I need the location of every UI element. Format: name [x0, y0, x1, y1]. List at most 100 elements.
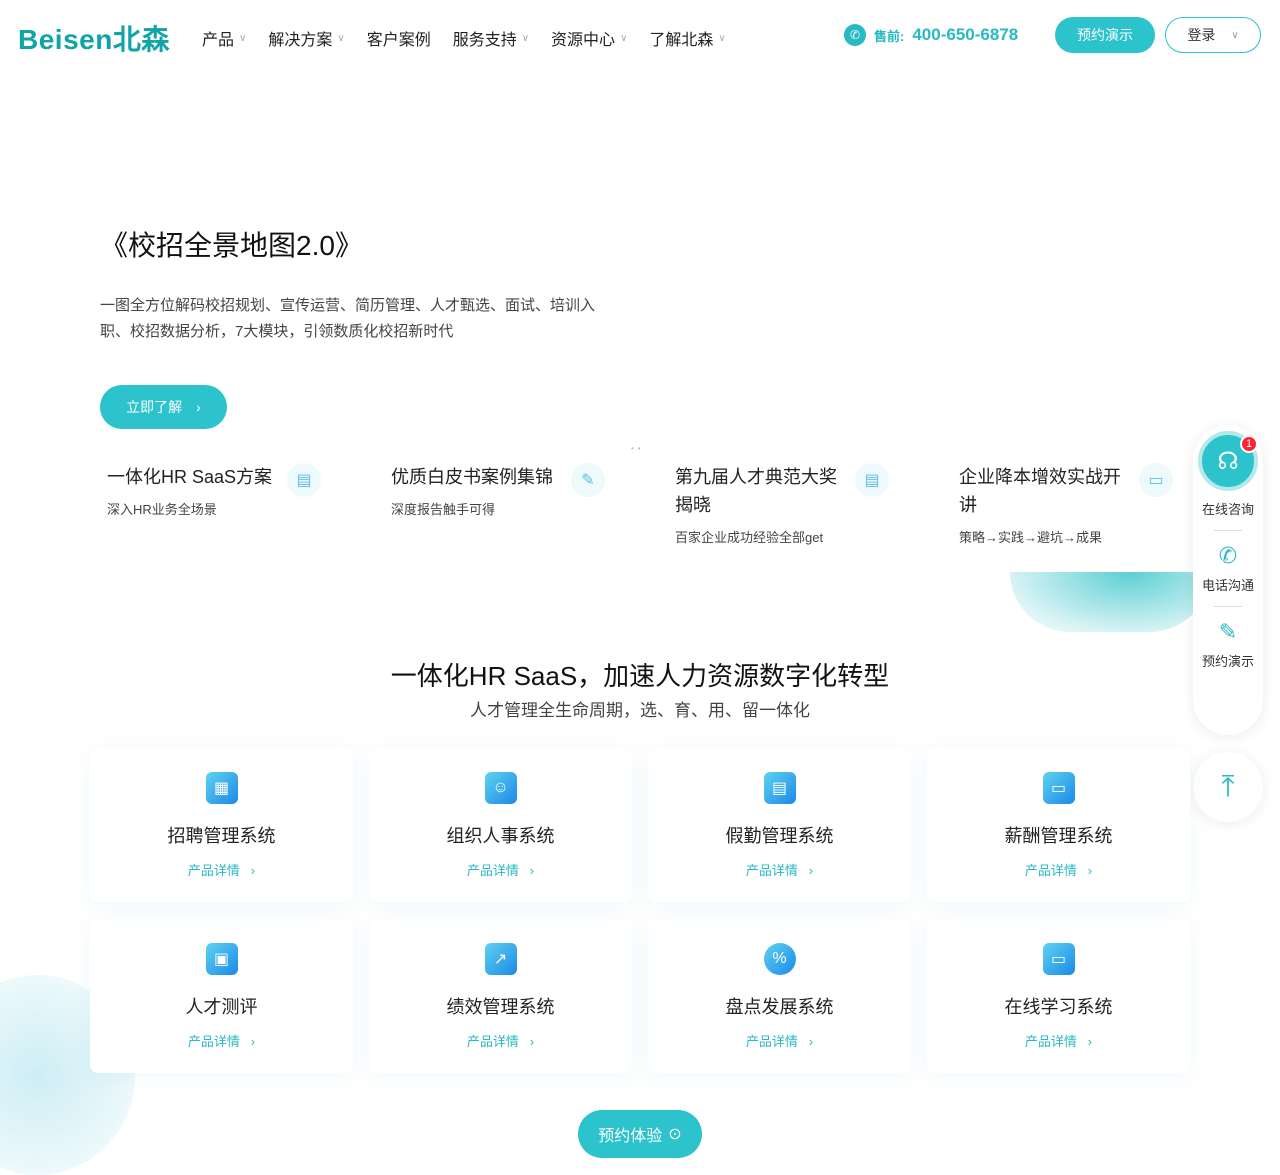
phone-label: 售前: — [874, 28, 905, 44]
nav-item-about[interactable]: 了解北森 ∨ — [649, 26, 725, 50]
product-card[interactable]: ▣ 人才测评产品详情 › — [90, 919, 353, 1073]
nav-item-cases[interactable]: 客户案例 — [367, 26, 431, 50]
product-name: 薪酬管理系统 — [1004, 826, 1113, 846]
monitor-icon: ▭ — [1042, 943, 1075, 975]
header: Beisen北森 产品 ∨ 解决方案 ∨ 客户案例 服务支持 ∨ 资源中心 ∨ 了解北森… — [0, 0, 1280, 72]
wallet-icon: ▭ — [1042, 772, 1075, 804]
nav-label: 解决方案 — [268, 32, 333, 49]
product-name: 人才测评 — [185, 997, 258, 1017]
chevron-down-icon: ∨ — [337, 32, 345, 44]
chevron-down-icon: ∨ — [1231, 29, 1239, 41]
feature-item[interactable]: 一体化HR SaaS方案深入HR业务全场景 ▤ — [107, 463, 347, 518]
sales-phone: ✆ 售前: 400-650-6878 — [844, 24, 1018, 46]
chevron-down-icon: ∨ — [620, 32, 628, 44]
calendar-icon: ▤ — [763, 772, 796, 804]
chevron-down-icon: ∨ — [239, 32, 247, 44]
nav-label: 客户案例 — [366, 32, 431, 49]
product-detail-link[interactable]: 产品详情 › — [467, 1031, 534, 1050]
product-name: 组织人事系统 — [446, 826, 555, 846]
hero-title: 《校招全景地图2.0》 — [100, 230, 363, 261]
chevron-down-icon: ∨ — [521, 32, 530, 44]
feature-item[interactable]: 企业降本增效实战开讲策略→实践→避坑→成果 ▭ — [959, 463, 1199, 546]
nav-item-support[interactable]: 服务支持 ∨ — [453, 26, 529, 50]
online-consult-button[interactable]: ☊ 1 在线咨询 — [1193, 425, 1263, 518]
back-to-top-button[interactable]: ⤒ — [1193, 752, 1263, 822]
product-card[interactable]: ☺ 组织人事系统 产品详情 › — [369, 748, 632, 902]
nav-item-product[interactable]: 产品 ∨ — [202, 26, 246, 50]
nav-item-solutions[interactable]: 解决方案 ∨ — [268, 26, 344, 50]
product-detail-link[interactable]: 产品详情 › — [188, 860, 255, 879]
product-grid: ▦ 招聘管理系统 产品详情 › ☺ 组织人事系统 产品详情 › ▤ 假勤管理系统 产品详情 … — [90, 748, 1190, 1073]
divider — [1214, 530, 1242, 531]
phone-contact-button[interactable]: ✆ 电话沟通 — [1193, 543, 1263, 594]
product-detail-link[interactable]: 产品详情 › — [467, 860, 534, 879]
document-user-icon: ▤ — [287, 463, 321, 497]
main-nav: 产品 ∨ 解决方案 ∨ 客户案例 服务支持 ∨ 资源中心 ∨ 了解北森 ∨ — [202, 26, 748, 50]
divider — [1214, 606, 1242, 607]
product-detail-link[interactable]: 产品详情 › — [1025, 1031, 1092, 1050]
nav-label: 产品 — [202, 32, 235, 49]
product-card[interactable]: ▭ 在线学习系统 产品详情 › — [927, 919, 1190, 1073]
feature-subtitle: 百家企业成功经验全部get — [675, 530, 824, 545]
product-card[interactable]: % 盘点发展系统 产品详情 › — [648, 919, 911, 1073]
chart-icon: ↗ — [484, 943, 517, 975]
login-label: 登录 — [1187, 27, 1216, 43]
phone-icon: ✆ — [844, 24, 866, 46]
document-download-icon: ▤ — [855, 463, 889, 497]
learn-more-button[interactable]: 立即了解 › — [100, 385, 227, 429]
product-name: 盘点发展系统 — [725, 997, 834, 1017]
button-label: 立即了解 — [126, 399, 183, 415]
feature-subtitle: 深入HR业务全场景 — [107, 502, 217, 517]
login-button[interactable]: 登录 ∨ — [1165, 17, 1261, 53]
edit-form-icon: ✎ — [1218, 619, 1238, 644]
product-card[interactable]: ↗ 绩效管理系统 产品详情 › — [369, 919, 632, 1073]
button-label: 预约体验 — [598, 1128, 663, 1145]
product-card[interactable]: ▭ 薪酬管理系统 产品详情 › — [927, 748, 1190, 902]
chevron-down-icon: ∨ — [718, 32, 726, 44]
product-card[interactable]: ▤ 假勤管理系统 产品详情 › — [648, 748, 911, 902]
product-detail-link[interactable]: 产品详情 › — [746, 1031, 813, 1050]
product-card[interactable]: ▦ 招聘管理系统 产品详情 › — [90, 748, 353, 902]
section-title: 一体化HR SaaS，加速人力资源数字化转型 — [390, 661, 890, 691]
product-detail-link[interactable]: 产品详情 › — [746, 860, 813, 879]
circle-arrow-right-icon: ⊙ — [668, 1126, 682, 1143]
phone-icon: ✆ — [1218, 543, 1238, 568]
side-label: 电话沟通 — [1201, 578, 1254, 593]
product-name: 绩效管理系统 — [446, 997, 555, 1017]
clipboard-icon: ▣ — [205, 943, 238, 975]
nav-item-resources[interactable]: 资源中心 ∨ — [551, 26, 627, 50]
recruit-icon: ▦ — [205, 772, 238, 804]
product-name: 假勤管理系统 — [725, 826, 834, 846]
side-label: 在线咨询 — [1201, 502, 1254, 517]
laptop-check-icon: ▭ — [1139, 463, 1173, 497]
notification-badge: 1 — [1240, 435, 1258, 453]
product-detail-link[interactable]: 产品详情 › — [188, 1031, 255, 1050]
product-detail-link[interactable]: 产品详情 › — [1025, 860, 1092, 879]
carousel-dots[interactable]: •• — [631, 444, 645, 453]
product-name: 在线学习系统 — [1004, 997, 1113, 1017]
logo[interactable]: Beisen北森 — [18, 18, 170, 58]
feature-subtitle: 策略→实践→避坑→成果 — [959, 530, 1103, 545]
section-subtitle: 人才管理全生命周期，选、育、用、留一体化 — [470, 701, 810, 720]
try-experience-button[interactable]: 预约体验 ⊙ — [578, 1110, 702, 1158]
pie-chart-icon: % — [763, 943, 796, 975]
feature-item[interactable]: 第九届人才典范大奖揭晓百家企业成功经验全部get ▤ — [675, 463, 915, 546]
phone-number: 400-650-6878 — [912, 25, 1019, 44]
book-demo-button[interactable]: 预约演示 — [1055, 17, 1155, 53]
chevron-right-icon: › — [196, 399, 201, 415]
nav-label: 了解北森 — [649, 32, 714, 49]
feature-title: 企业降本增效实战开讲 — [959, 467, 1121, 515]
headset-icon: ☊ 1 — [1198, 431, 1258, 491]
feature-title: 第九届人才典范大奖揭晓 — [675, 467, 837, 515]
product-name: 招聘管理系统 — [167, 826, 276, 846]
feature-item[interactable]: 优质白皮书案例集锦深度报告触手可得 ✎ — [391, 463, 631, 518]
nav-label: 资源中心 — [551, 32, 616, 49]
feature-title: 优质白皮书案例集锦 — [391, 467, 553, 487]
user-icon: ☺ — [484, 772, 517, 804]
feature-subtitle: 深度报告触手可得 — [391, 502, 496, 517]
decorative-blob — [1010, 572, 1210, 632]
arrow-up-icon: ⤒ — [1221, 770, 1235, 803]
hero-description: 一图全方位解码校招规划、宣传运营、简历管理、人才甄选、面试、培训入职、校招数据分… — [100, 297, 596, 340]
feature-title: 一体化HR SaaS方案 — [107, 467, 273, 487]
document-edit-icon: ✎ — [571, 463, 605, 497]
